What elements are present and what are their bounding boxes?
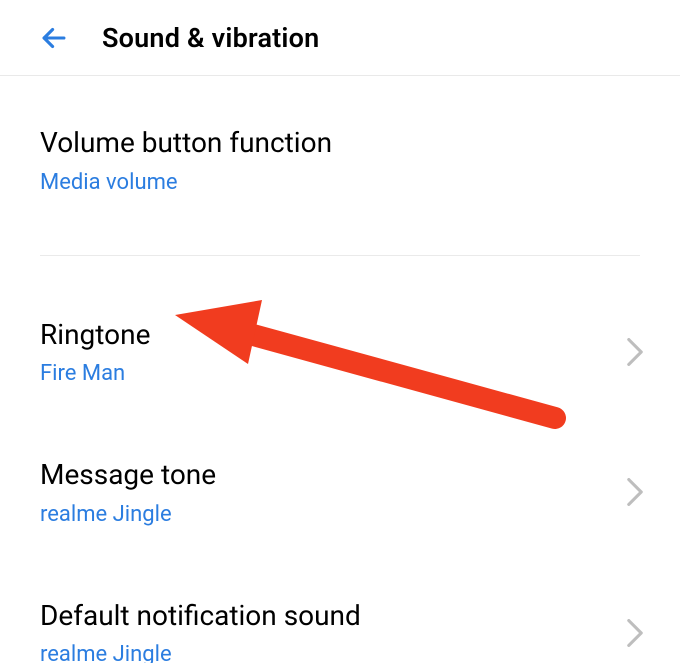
back-button[interactable] — [34, 18, 74, 58]
setting-title: Volume button function — [40, 126, 640, 160]
setting-ringtone[interactable]: Ringtone Fire Man — [40, 294, 640, 411]
setting-value: Fire Man — [40, 361, 640, 386]
setting-title: Default notification sound — [40, 599, 640, 633]
setting-value: realme Jingle — [40, 502, 640, 527]
setting-title: Ringtone — [40, 318, 640, 352]
header: Sound & vibration — [0, 0, 680, 75]
section-tones: Ringtone Fire Man Message tone realme Ji… — [0, 256, 680, 663]
setting-default-notification-sound[interactable]: Default notification sound realme Jingle — [40, 575, 640, 663]
setting-value: Media volume — [40, 170, 640, 195]
chevron-right-icon — [624, 615, 646, 651]
section-volume: Volume button function Media volume — [0, 76, 680, 219]
setting-value: realme Jingle — [40, 642, 640, 663]
chevron-right-icon — [624, 334, 646, 370]
setting-message-tone[interactable]: Message tone realme Jingle — [40, 434, 640, 551]
setting-volume-button-function[interactable]: Volume button function Media volume — [40, 126, 640, 219]
back-arrow-icon — [37, 21, 71, 55]
page-title: Sound & vibration — [102, 22, 319, 54]
setting-title: Message tone — [40, 458, 640, 492]
chevron-right-icon — [624, 474, 646, 510]
